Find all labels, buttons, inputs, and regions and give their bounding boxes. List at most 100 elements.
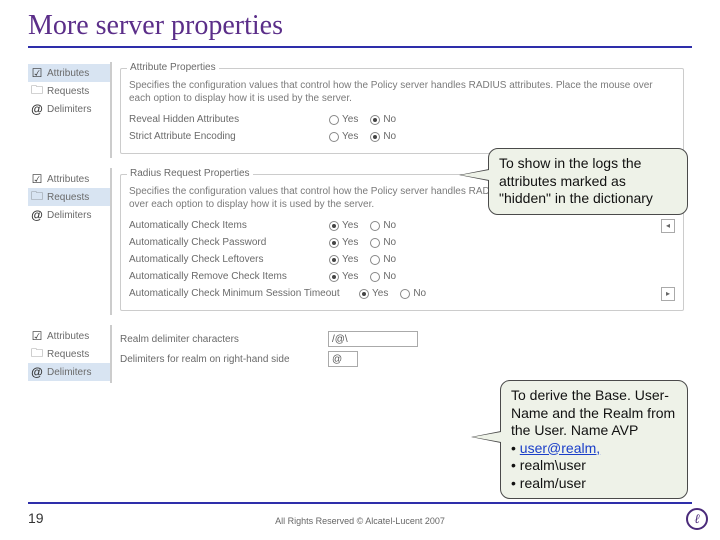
footer-copyright: All Rights Reserved © Alcatel-Lucent 200… bbox=[275, 516, 445, 526]
radio-dot-icon bbox=[370, 238, 380, 248]
right-hand-delimiters-input[interactable] bbox=[328, 351, 358, 367]
radio-dot-icon bbox=[370, 115, 380, 125]
option-check-leftovers: Automatically Check Leftovers Yes No bbox=[129, 251, 675, 268]
sidebar-item-requests[interactable]: Requests bbox=[28, 82, 110, 100]
field-label: Delimiters for realm on right-hand side bbox=[120, 354, 320, 365]
option-strict-encoding: Strict Attribute Encoding Yes No bbox=[129, 128, 675, 145]
sidebar-item-label: Delimiters bbox=[47, 367, 91, 378]
attributes-groupbox: Attribute Properties Specifies the confi… bbox=[120, 68, 684, 154]
title-underline bbox=[28, 46, 692, 48]
sidebar-item-requests[interactable]: Requests bbox=[28, 188, 110, 206]
callout-derive-realm: To derive the Base. User-Name and the Re… bbox=[500, 380, 688, 499]
slide-title: More server properties bbox=[28, 10, 692, 42]
radio-dot-icon bbox=[400, 289, 410, 299]
attributes-pane: Attribute Properties Specifies the confi… bbox=[110, 62, 692, 158]
option-reveal-hidden: Reveal Hidden Attributes Yes No bbox=[129, 111, 675, 128]
sidebar-item-attributes[interactable]: Attributes bbox=[28, 327, 110, 345]
sidebar-item-delimiters[interactable]: Delimiters bbox=[28, 206, 110, 224]
group-title: Attribute Properties bbox=[127, 62, 219, 73]
radio-dot-icon bbox=[329, 238, 339, 248]
option-label: Automatically Check Password bbox=[129, 237, 329, 248]
sidebar-item-requests[interactable]: Requests bbox=[28, 345, 110, 363]
callout-text: To derive the Base. User-Name and the Re… bbox=[511, 387, 675, 438]
panel-delimiters: Attributes Requests Delimiters Realm del… bbox=[28, 325, 692, 383]
callout-tail-icon bbox=[471, 431, 501, 443]
radio-dot-icon bbox=[329, 132, 339, 142]
radio-dot-icon bbox=[329, 115, 339, 125]
scroll-down-icon[interactable]: ▸ bbox=[661, 287, 675, 301]
radio-no[interactable]: No bbox=[370, 114, 396, 125]
folder-icon bbox=[30, 84, 44, 98]
panel-attributes: Attributes Requests Delimiters Attribute… bbox=[28, 62, 692, 158]
realm-delimiters-input[interactable] bbox=[328, 331, 418, 347]
folder-icon bbox=[30, 190, 44, 204]
radio-dot-icon bbox=[359, 289, 369, 299]
radio-dot-icon bbox=[370, 272, 380, 282]
option-remove-check-items: Automatically Remove Check Items Yes No bbox=[129, 268, 675, 285]
callout-item: user@realm, bbox=[511, 440, 677, 458]
option-label: Automatically Check Minimum Session Time… bbox=[129, 288, 359, 299]
sidebar-item-label: Delimiters bbox=[47, 210, 91, 221]
option-label: Reveal Hidden Attributes bbox=[129, 114, 329, 125]
radio-yes[interactable]: Yes bbox=[359, 288, 388, 299]
scroll-up-icon[interactable]: ◂ bbox=[661, 219, 675, 233]
sidebar-item-label: Attributes bbox=[47, 174, 89, 185]
callout-tail-icon bbox=[459, 169, 489, 181]
radio-yes[interactable]: Yes bbox=[329, 114, 358, 125]
option-check-password: Automatically Check Password Yes No bbox=[129, 234, 675, 251]
radio-yes[interactable]: Yes bbox=[329, 131, 358, 142]
radio-dot-icon bbox=[329, 255, 339, 265]
at-icon bbox=[30, 102, 44, 116]
page-number: 19 bbox=[28, 510, 44, 526]
sidebar: Attributes Requests Delimiters bbox=[28, 325, 110, 383]
sidebar-item-delimiters[interactable]: Delimiters bbox=[28, 100, 110, 118]
radio-dot-icon bbox=[370, 255, 380, 265]
check-icon bbox=[30, 66, 44, 80]
radio-dot-icon bbox=[370, 221, 380, 231]
option-label: Automatically Remove Check Items bbox=[129, 271, 329, 282]
at-icon bbox=[30, 208, 44, 222]
field-right-hand-delimiters: Delimiters for realm on right-hand side bbox=[120, 349, 684, 369]
sidebar-item-attributes[interactable]: Attributes bbox=[28, 64, 110, 82]
option-label: Automatically Check Leftovers bbox=[129, 254, 329, 265]
radio-no[interactable]: No bbox=[370, 271, 396, 282]
delimiters-pane: Realm delimiter characters Delimiters fo… bbox=[110, 325, 692, 383]
radio-no[interactable]: No bbox=[370, 131, 396, 142]
radio-no[interactable]: No bbox=[370, 220, 396, 231]
radio-yes[interactable]: Yes bbox=[329, 237, 358, 248]
radio-dot-icon bbox=[329, 221, 339, 231]
sidebar-item-attributes[interactable]: Attributes bbox=[28, 170, 110, 188]
radio-yes[interactable]: Yes bbox=[329, 254, 358, 265]
option-label: Automatically Check Items bbox=[129, 220, 329, 231]
sidebar-item-label: Delimiters bbox=[47, 104, 91, 115]
radio-no[interactable]: No bbox=[370, 237, 396, 248]
radio-yes[interactable]: Yes bbox=[329, 220, 358, 231]
option-label: Strict Attribute Encoding bbox=[129, 131, 329, 142]
radio-no[interactable]: No bbox=[370, 254, 396, 265]
sidebar: Attributes Requests Delimiters bbox=[28, 62, 110, 158]
sidebar: Attributes Requests Delimiters bbox=[28, 168, 110, 315]
check-icon bbox=[30, 172, 44, 186]
radio-dot-icon bbox=[329, 272, 339, 282]
group-description: Specifies the configuration values that … bbox=[129, 79, 675, 105]
sidebar-item-label: Attributes bbox=[47, 331, 89, 342]
sidebar-item-label: Attributes bbox=[47, 68, 89, 79]
sidebar-item-label: Requests bbox=[47, 192, 89, 203]
at-icon bbox=[30, 365, 44, 379]
check-icon bbox=[30, 329, 44, 343]
sidebar-item-label: Requests bbox=[47, 86, 89, 97]
radio-dot-icon bbox=[370, 132, 380, 142]
callout-link[interactable]: user@realm, bbox=[520, 440, 600, 456]
option-min-session-timeout: Automatically Check Minimum Session Time… bbox=[129, 285, 675, 302]
footer-divider bbox=[28, 502, 692, 504]
callout-hidden-attributes: To show in the logs the attributes marke… bbox=[488, 148, 688, 215]
folder-icon bbox=[30, 347, 44, 361]
sidebar-item-delimiters[interactable]: Delimiters bbox=[28, 363, 110, 381]
radio-no[interactable]: No bbox=[400, 288, 426, 299]
callout-item: realm\user bbox=[511, 457, 677, 475]
callout-item: realm/user bbox=[511, 475, 677, 493]
radio-yes[interactable]: Yes bbox=[329, 271, 358, 282]
group-title: Radius Request Properties bbox=[127, 168, 253, 179]
alcatel-lucent-logo-icon: ℓ bbox=[686, 508, 708, 530]
option-check-items: Automatically Check Items Yes No ◂ bbox=[129, 217, 675, 234]
